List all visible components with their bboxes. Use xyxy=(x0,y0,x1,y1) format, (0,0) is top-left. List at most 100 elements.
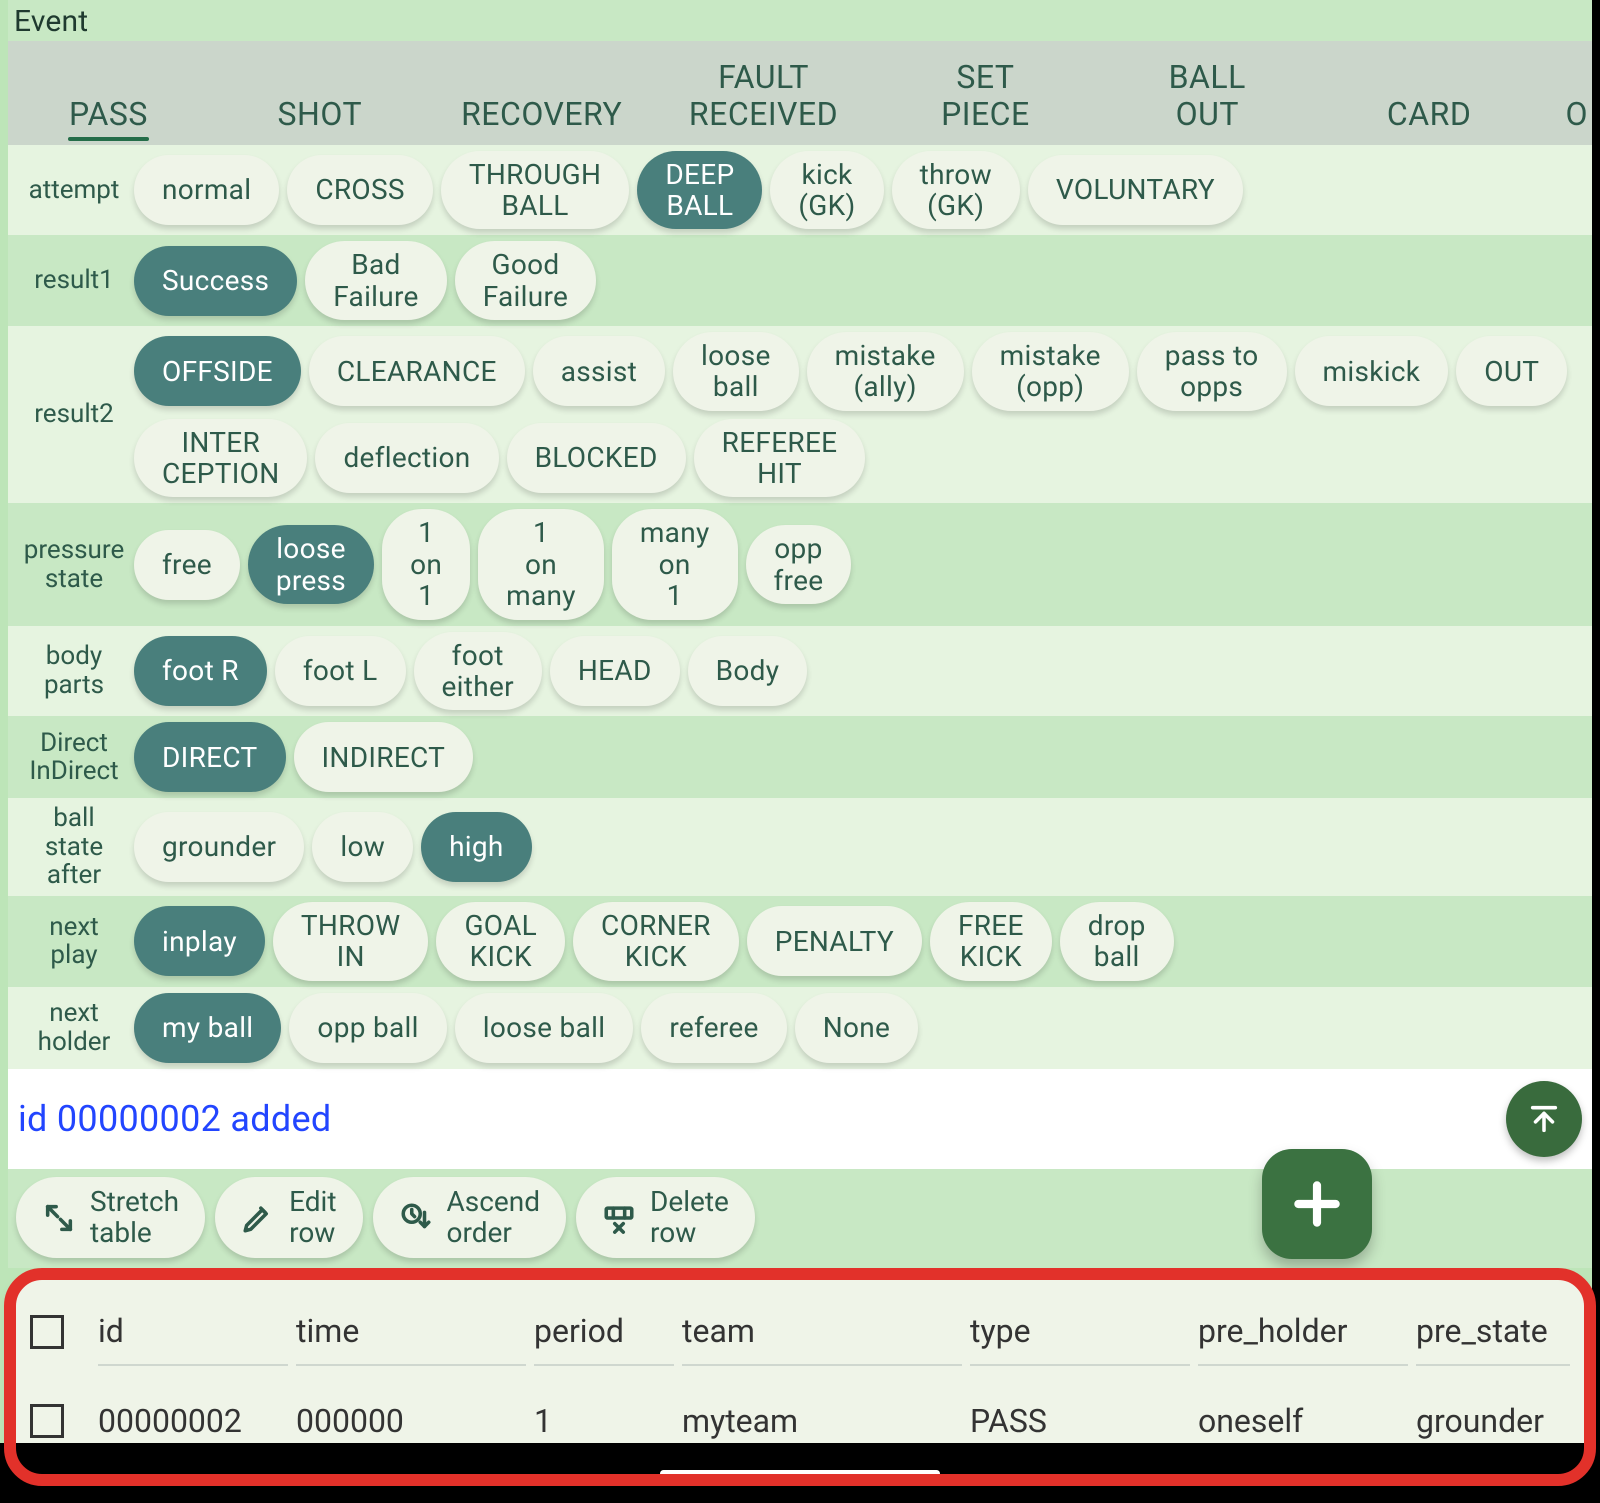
pencil-icon xyxy=(241,1201,275,1235)
ascend-order-button[interactable]: Ascend order xyxy=(373,1177,566,1259)
pill-attempt-voluntary[interactable]: VOLUNTARY xyxy=(1028,155,1243,225)
pill-result1-success[interactable]: Success xyxy=(134,246,297,316)
plus-icon xyxy=(1289,1176,1345,1232)
pill-result2-interception[interactable]: INTER CEPTION xyxy=(134,419,307,498)
tab-set-piece[interactable]: SET PIECE xyxy=(874,49,1096,145)
stretch-table-label: Stretch table xyxy=(90,1187,179,1249)
row-direct-indirect: Direct InDirect DIRECT INDIRECT xyxy=(8,716,1592,798)
cell-period: 1 xyxy=(534,1402,674,1440)
pill-nextholder-referee[interactable]: referee xyxy=(641,993,786,1063)
delete-row-label: Delete row xyxy=(650,1187,729,1249)
tab-recovery[interactable]: RECOVERY xyxy=(431,86,653,145)
row-x-icon xyxy=(602,1201,636,1235)
tab-card[interactable]: CARD xyxy=(1318,86,1540,145)
col-team: team xyxy=(682,1312,962,1366)
pill-result2-mistake-ally[interactable]: mistake (ally) xyxy=(807,332,964,411)
arrow-up-bar-icon xyxy=(1527,1102,1561,1136)
tab-pass[interactable]: PASS xyxy=(8,86,209,145)
row-label-attempt: attempt xyxy=(14,176,134,205)
cell-pre-state: grounder xyxy=(1416,1402,1570,1440)
pill-direction-indirect[interactable]: INDIRECT xyxy=(294,722,474,792)
pill-body-foot-l[interactable]: foot L xyxy=(275,636,406,706)
pill-result2-offside[interactable]: OFFSIDE xyxy=(134,336,301,406)
home-indicator[interactable] xyxy=(660,1470,940,1477)
pill-result2-clearance[interactable]: CLEARANCE xyxy=(309,336,525,406)
pill-result1-good-failure[interactable]: Good Failure xyxy=(455,241,596,320)
cell-type: PASS xyxy=(970,1402,1190,1440)
pill-pressure-free[interactable]: free xyxy=(134,530,240,600)
edit-row-button[interactable]: Edit row xyxy=(215,1177,362,1259)
tab-ball-out[interactable]: BALL OUT xyxy=(1096,49,1318,145)
pill-pressure-opp-free[interactable]: opp free xyxy=(746,525,852,604)
pill-body-foot-r[interactable]: foot R xyxy=(134,636,267,706)
pill-result2-miskick[interactable]: miskick xyxy=(1295,336,1449,406)
row-attempt: attempt normal CROSS THROUGH BALL DEEP B… xyxy=(8,145,1592,236)
col-id: id xyxy=(98,1312,288,1366)
pill-nextplay-corner-kick[interactable]: CORNER KICK xyxy=(573,902,739,981)
col-time: time xyxy=(296,1312,526,1366)
pill-nextplay-inplay[interactable]: inplay xyxy=(134,906,265,976)
pill-attempt-normal[interactable]: normal xyxy=(134,155,279,225)
ascend-order-label: Ascend order xyxy=(447,1187,540,1249)
pill-direction-direct[interactable]: DIRECT xyxy=(134,722,286,792)
clock-sort-icon xyxy=(399,1201,433,1235)
pill-pressure-manyon1[interactable]: many on 1 xyxy=(612,509,738,619)
col-type: type xyxy=(970,1312,1190,1366)
pill-attempt-through-ball[interactable]: THROUGH BALL xyxy=(441,151,630,230)
row-next-holder: next holder my ball opp ball loose ball … xyxy=(8,987,1592,1069)
select-all-checkbox[interactable] xyxy=(30,1315,64,1349)
row-checkbox[interactable] xyxy=(30,1404,64,1438)
tab-shot[interactable]: SHOT xyxy=(209,86,431,145)
tab-fault-received[interactable]: FAULT RECEIVED xyxy=(653,49,875,145)
pill-ballstate-grounder[interactable]: grounder xyxy=(134,812,304,882)
pill-body-body[interactable]: Body xyxy=(688,636,808,706)
pill-result1-bad-failure[interactable]: Bad Failure xyxy=(305,241,446,320)
pill-nextplay-goal-kick[interactable]: GOAL KICK xyxy=(436,902,565,981)
stretch-table-button[interactable]: Stretch table xyxy=(16,1177,205,1259)
row-label-pressure-state: pressure state xyxy=(14,536,134,593)
right-black-strip xyxy=(1592,0,1600,1443)
pill-result2-loose-ball[interactable]: loose ball xyxy=(673,332,799,411)
pill-nextplay-penalty[interactable]: PENALTY xyxy=(747,906,922,976)
pill-pressure-1on1[interactable]: 1 on 1 xyxy=(382,509,470,619)
pill-pressure-loose-press[interactable]: loose press xyxy=(248,525,374,604)
pill-nextplay-free-kick[interactable]: FREE KICK xyxy=(930,902,1052,981)
expand-icon xyxy=(42,1201,76,1235)
pill-result2-referee-hit[interactable]: REFEREE HIT xyxy=(694,419,866,498)
pill-pressure-1onmany[interactable]: 1 on many xyxy=(478,509,604,619)
pill-result2-pass-to-opps[interactable]: pass to opps xyxy=(1137,332,1287,411)
pill-ballstate-high[interactable]: high xyxy=(421,812,532,882)
pill-body-head[interactable]: HEAD xyxy=(550,636,680,706)
row-pressure-state: pressure state free loose press 1 on 1 1… xyxy=(8,503,1592,625)
pill-result2-deflection[interactable]: deflection xyxy=(315,423,498,493)
pill-nextholder-none[interactable]: None xyxy=(795,993,918,1063)
pill-result2-assist[interactable]: assist xyxy=(533,336,665,406)
row-body-parts: body parts foot R foot L foot either HEA… xyxy=(8,626,1592,717)
pill-attempt-throw-gk[interactable]: throw (GK) xyxy=(892,151,1020,230)
pill-nextplay-drop-ball[interactable]: drop ball xyxy=(1060,902,1174,981)
edit-row-label: Edit row xyxy=(289,1187,336,1249)
cell-pre-holder: oneself xyxy=(1198,1402,1408,1440)
row-next-play: next play inplay THROW IN GOAL KICK CORN… xyxy=(8,896,1592,987)
pill-nextholder-loose-ball[interactable]: loose ball xyxy=(455,993,634,1063)
pill-nextholder-opp-ball[interactable]: opp ball xyxy=(289,993,446,1063)
table-header-row: id time period team type pre_holder pre_… xyxy=(30,1294,1570,1384)
col-pre-holder: pre_holder xyxy=(1198,1312,1408,1366)
pill-result2-mistake-opp[interactable]: mistake (opp) xyxy=(972,332,1129,411)
pill-attempt-kick-gk[interactable]: kick (GK) xyxy=(770,151,883,230)
pill-nextholder-my-ball[interactable]: my ball xyxy=(134,993,281,1063)
pill-nextplay-throw-in[interactable]: THROW IN xyxy=(273,902,429,981)
pill-body-foot-either[interactable]: foot either xyxy=(414,632,542,711)
pill-result2-blocked[interactable]: BLOCKED xyxy=(507,423,686,493)
pill-attempt-cross[interactable]: CROSS xyxy=(287,155,433,225)
delete-row-button[interactable]: Delete row xyxy=(576,1177,755,1259)
pill-ballstate-low[interactable]: low xyxy=(312,812,413,882)
row-label-direct-indirect: Direct InDirect xyxy=(14,729,134,786)
tab-overflow[interactable]: O xyxy=(1540,86,1592,145)
cell-id: 00000002 xyxy=(98,1402,288,1440)
add-row-button[interactable] xyxy=(1262,1149,1372,1259)
row-label-ball-state-after: ball state after xyxy=(14,804,134,890)
pill-attempt-deep-ball[interactable]: DEEP BALL xyxy=(637,151,762,230)
pill-result2-out[interactable]: OUT xyxy=(1456,336,1567,406)
scroll-to-top-button[interactable] xyxy=(1506,1081,1582,1157)
